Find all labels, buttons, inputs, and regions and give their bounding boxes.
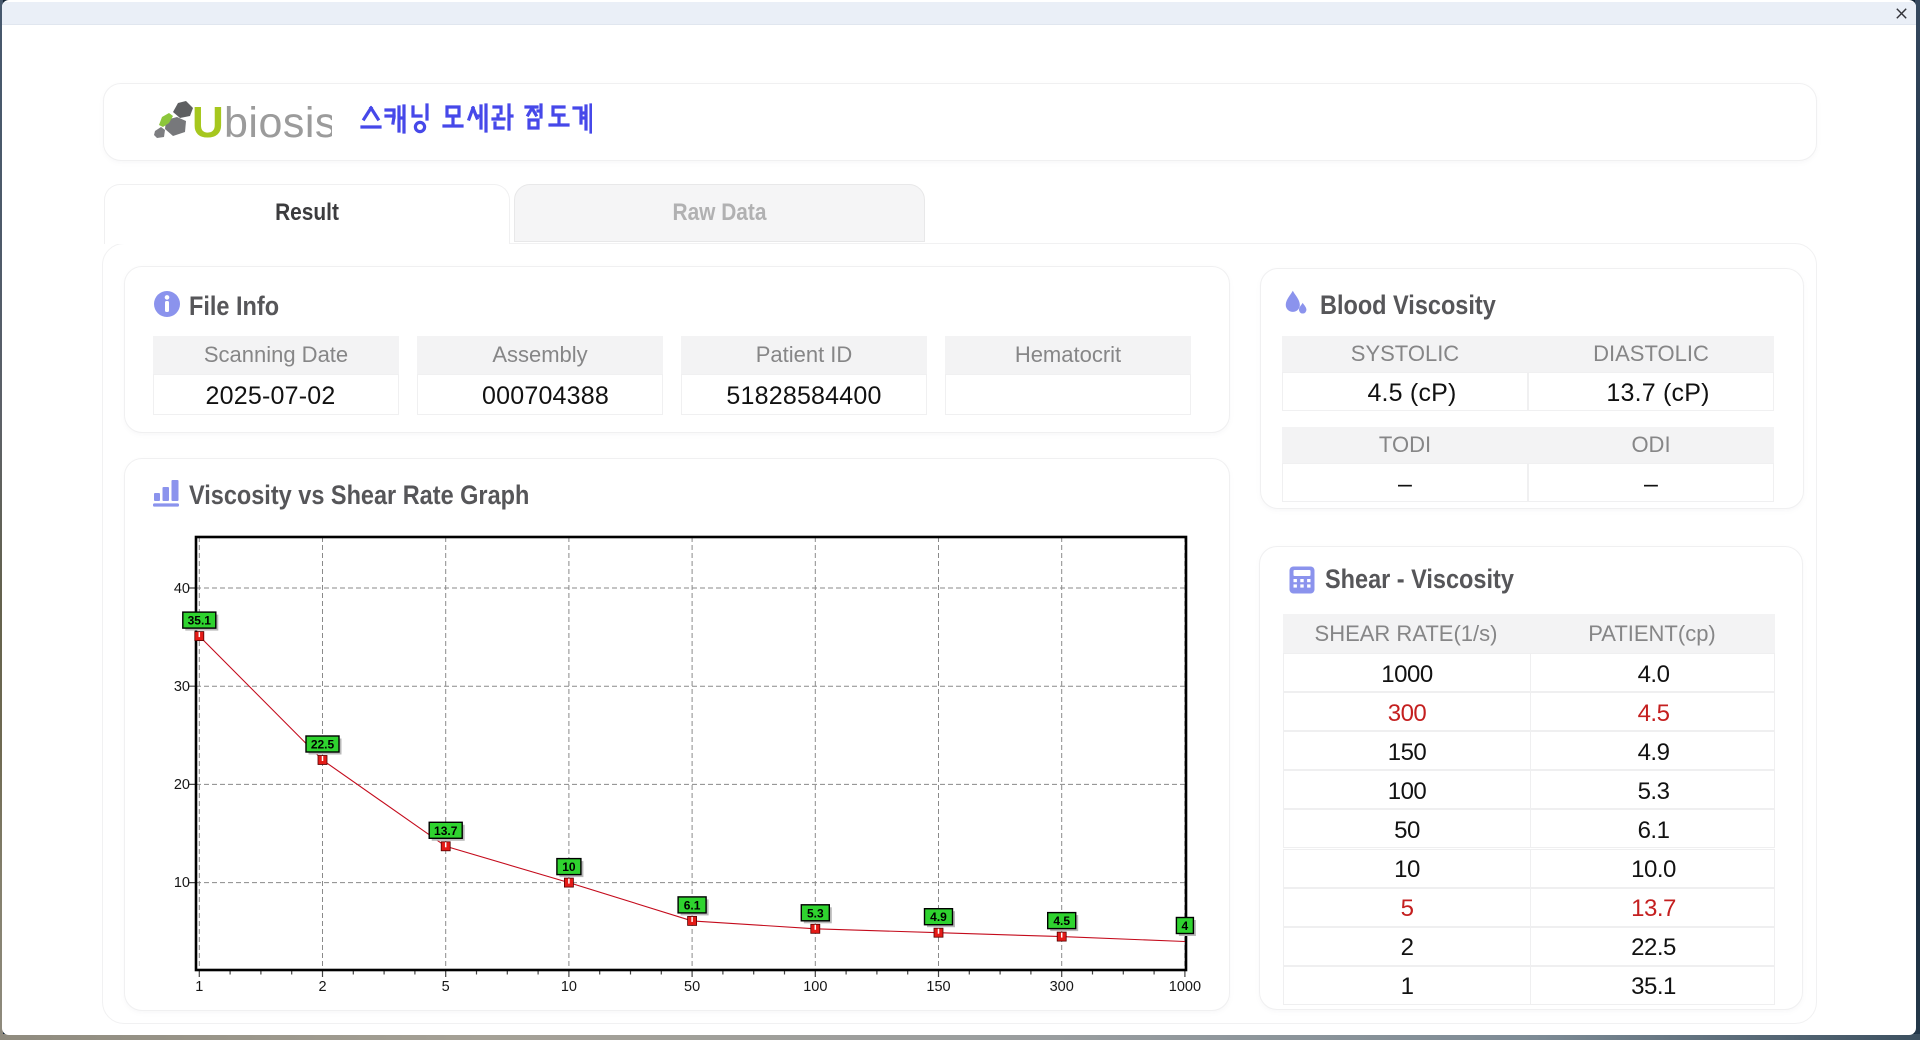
svg-text:100: 100: [803, 979, 827, 995]
svg-text:5.3: 5.3: [807, 906, 824, 920]
svg-text:300: 300: [1050, 979, 1074, 995]
svg-text:10: 10: [562, 860, 576, 874]
svg-text:U: U: [192, 98, 224, 144]
svg-text:4.9: 4.9: [930, 910, 947, 924]
svg-text:20: 20: [174, 777, 190, 793]
svg-text:40: 40: [174, 581, 190, 597]
svg-text:13.7: 13.7: [434, 824, 458, 838]
svg-text:1000: 1000: [1169, 979, 1201, 995]
svg-text:50: 50: [684, 979, 700, 995]
svg-text:4.5: 4.5: [1053, 914, 1070, 928]
svg-text:2: 2: [318, 979, 326, 995]
svg-text:22.5: 22.5: [311, 738, 335, 752]
svg-text:6.1: 6.1: [684, 898, 701, 912]
svg-text:1: 1: [195, 979, 203, 995]
svg-text:10: 10: [561, 979, 577, 995]
svg-text:35.1: 35.1: [188, 614, 212, 628]
svg-text:5: 5: [442, 979, 450, 995]
svg-text:4: 4: [1182, 919, 1189, 933]
svg-text:30: 30: [174, 679, 190, 695]
svg-text:150: 150: [926, 979, 950, 995]
svg-text:biosis: biosis: [224, 99, 332, 144]
svg-text:10: 10: [174, 875, 190, 891]
